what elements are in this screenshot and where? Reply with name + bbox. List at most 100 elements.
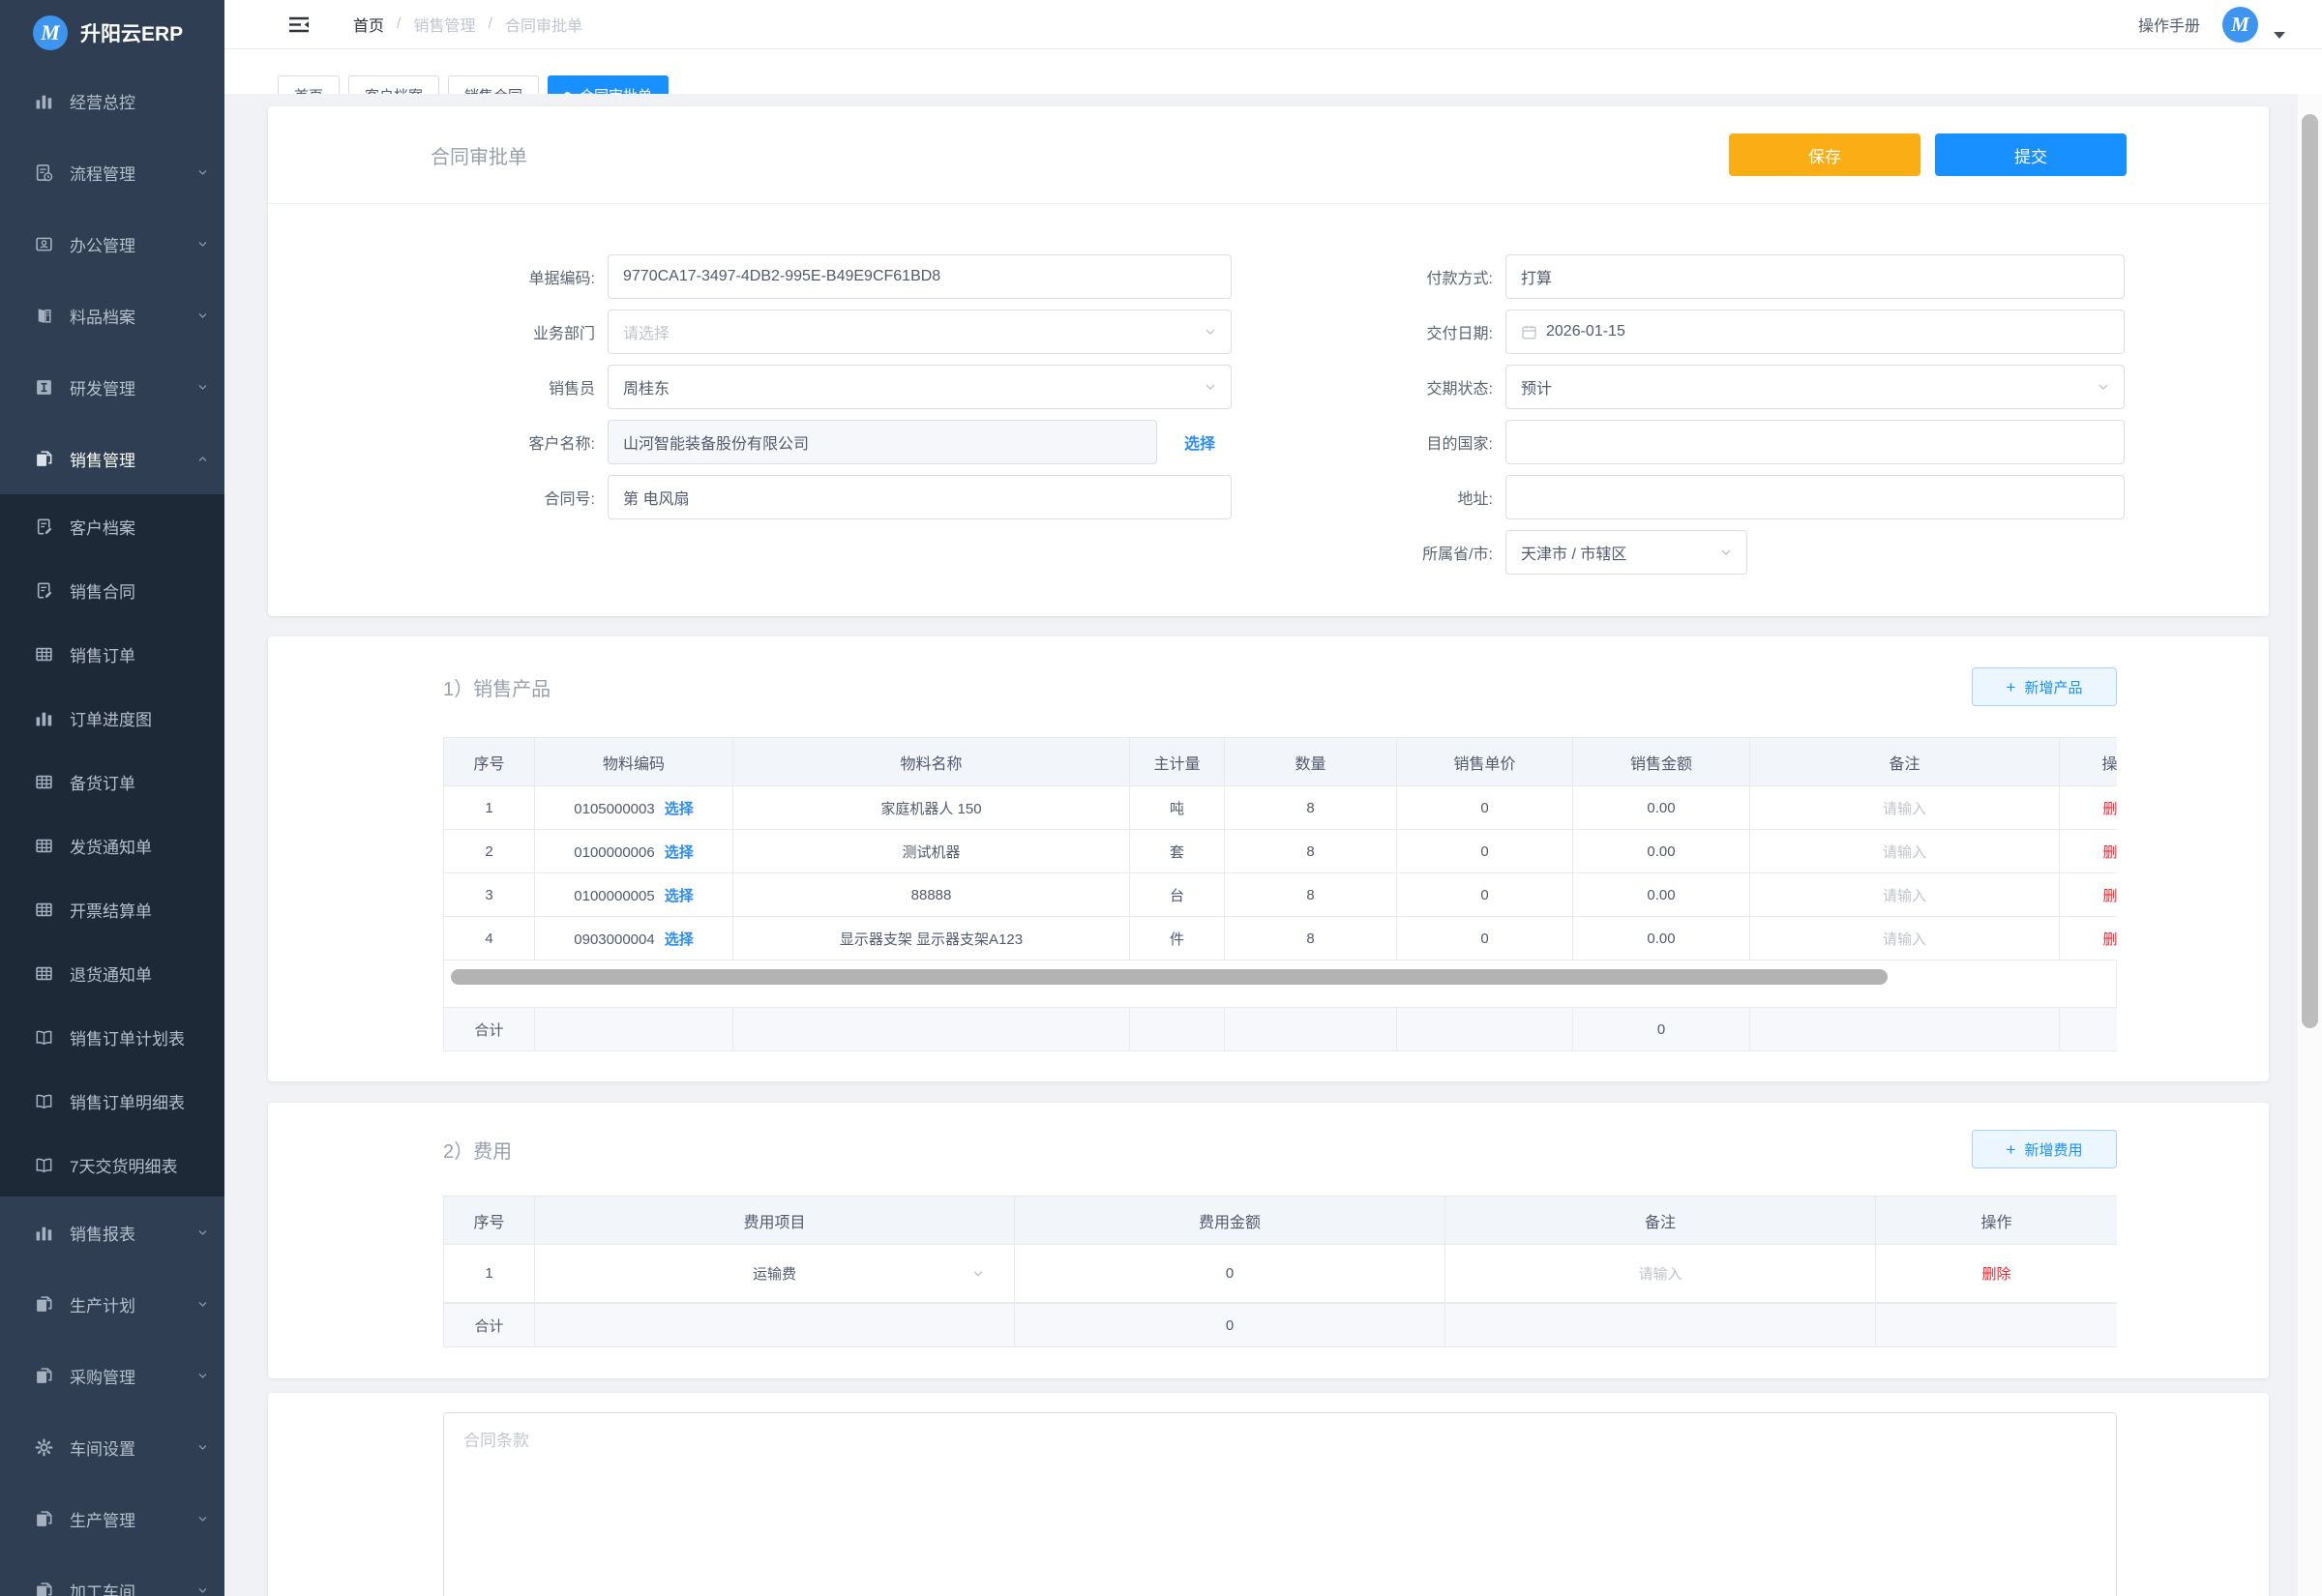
- sidebar-item-发货通知单[interactable]: 发货通知单: [0, 813, 224, 877]
- sidebar-item-销售订单[interactable]: 销售订单: [0, 622, 224, 686]
- product-remark-input[interactable]: 请输入: [1750, 830, 2060, 873]
- sidebar-item-label: 备货订单: [70, 770, 209, 794]
- add-fee-button[interactable]: + 新增费用: [1972, 1130, 2117, 1168]
- sidebar-item-销售订单计划表[interactable]: 销售订单计划表: [0, 1005, 224, 1069]
- pages-icon: [35, 450, 53, 468]
- delete-product-link[interactable]: 删除: [2102, 888, 2117, 904]
- sidebar-item-备货订单[interactable]: 备货订单: [0, 750, 224, 813]
- sidebar-item-客户档案[interactable]: 客户档案: [0, 494, 224, 558]
- tab-合同审批单[interactable]: 合同审批单: [548, 75, 669, 94]
- product-price[interactable]: 0: [1397, 873, 1573, 917]
- product-unit: 台: [1130, 873, 1225, 917]
- product-price[interactable]: 0: [1397, 917, 1573, 961]
- open-book-icon: [35, 1028, 53, 1047]
- delete-product-link[interactable]: 删除: [2102, 801, 2117, 817]
- delete-product-link[interactable]: 删除: [2102, 931, 2117, 948]
- products-col-header: 物料名称: [733, 738, 1130, 786]
- user-avatar[interactable]: M: [2222, 7, 2258, 43]
- tab-strip: 首页客户档案销售合同合同审批单: [224, 49, 2322, 94]
- product-amount: 0.00: [1573, 830, 1750, 873]
- contract-terms-textarea[interactable]: 合同条款: [443, 1412, 2117, 1596]
- user-menu-caret-icon[interactable]: [2274, 32, 2285, 39]
- contract-no-input[interactable]: [623, 488, 1216, 506]
- vertical-scrollbar-thumb[interactable]: [2302, 114, 2318, 1028]
- product-action-cell: 删除: [2060, 830, 2118, 873]
- sidebar-item-经营总控[interactable]: 经营总控: [0, 65, 224, 136]
- field-dest-country: 目的国家:: [1235, 420, 2125, 464]
- fee-remark-input[interactable]: 请输入: [1445, 1245, 1876, 1303]
- chevron-up-icon: [196, 453, 209, 465]
- products-table-wrap: 序号物料编码物料名称主计量数量销售单价销售金额备注操作10105000003选择…: [443, 737, 2117, 961]
- app-logo[interactable]: M 升阳云ERP: [0, 0, 224, 65]
- tab-首页[interactable]: 首页: [278, 75, 340, 94]
- sidebar-item-生产计划[interactable]: 生产计划: [0, 1268, 224, 1340]
- product-price[interactable]: 0: [1397, 830, 1573, 873]
- product-qty[interactable]: 8: [1225, 830, 1397, 873]
- sidebar-item-流程管理[interactable]: 流程管理: [0, 136, 224, 208]
- delivery-status-select[interactable]: 预计: [1505, 365, 2125, 409]
- product-remark-input[interactable]: 请输入: [1750, 917, 2060, 961]
- product-price[interactable]: 0: [1397, 786, 1573, 830]
- fee-no: 1: [444, 1245, 535, 1303]
- select-material-link[interactable]: 选择: [665, 888, 694, 904]
- province-city-select[interactable]: 天津市 / 市辖区: [1505, 530, 1747, 575]
- submit-button[interactable]: 提交: [1935, 133, 2127, 176]
- sidebar-item-销售订单明细表[interactable]: 销售订单明细表: [0, 1069, 224, 1133]
- field-delivery-status: 交期状态: 预计: [1235, 365, 2125, 409]
- sidebar-item-加工车间[interactable]: 加工车间: [0, 1554, 224, 1596]
- total-label: 合计: [444, 1304, 535, 1347]
- breadcrumb-home[interactable]: 首页: [353, 13, 384, 36]
- field-label: 地址:: [1235, 486, 1505, 509]
- product-qty[interactable]: 8: [1225, 917, 1397, 961]
- delete-fee-link[interactable]: 删除: [1981, 1266, 2010, 1283]
- payment-method-input[interactable]: [1521, 268, 2109, 285]
- select-material-link[interactable]: 选择: [665, 801, 694, 817]
- product-no: 4: [444, 917, 535, 961]
- product-remark-input[interactable]: 请输入: [1750, 786, 2060, 830]
- product-qty[interactable]: 8: [1225, 786, 1397, 830]
- sidebar-item-订单进度图[interactable]: 订单进度图: [0, 686, 224, 750]
- menu-fold-icon[interactable]: [288, 16, 310, 33]
- manual-link[interactable]: 操作手册: [2138, 13, 2200, 36]
- select-material-link[interactable]: 选择: [665, 931, 694, 948]
- horizontal-scrollbar-thumb[interactable]: [451, 969, 1888, 985]
- erp-screen: M 升阳云ERP 经营总控流程管理办公管理料品档案研发管理销售管理客户档案销售合…: [0, 0, 2322, 1596]
- address-input[interactable]: [1521, 488, 2109, 506]
- product-qty[interactable]: 8: [1225, 873, 1397, 917]
- breadcrumb-sales-management[interactable]: 销售管理: [413, 13, 475, 36]
- gear-icon: [35, 1438, 53, 1457]
- sidebar-item-料品档案[interactable]: 料品档案: [0, 280, 224, 351]
- field-customer: 客户名称: 山河智能装备股份有限公司 选择: [268, 420, 1232, 464]
- field-contract-no: 合同号:: [268, 475, 1232, 519]
- save-button[interactable]: 保存: [1729, 133, 1920, 176]
- tab-客户档案[interactable]: 客户档案: [348, 75, 439, 94]
- sidebar-item-车间设置[interactable]: 车间设置: [0, 1411, 224, 1483]
- doc-code-input[interactable]: [623, 268, 1216, 285]
- office-card-icon: [35, 235, 53, 253]
- sidebar-item-研发管理[interactable]: 研发管理: [0, 351, 224, 423]
- product-remark-input[interactable]: 请输入: [1750, 873, 2060, 917]
- sidebar-item-销售管理[interactable]: 销售管理: [0, 423, 224, 494]
- select-material-link[interactable]: 选择: [665, 844, 694, 861]
- sidebar-item-采购管理[interactable]: 采购管理: [0, 1340, 224, 1411]
- field-payment-method: 付款方式:: [1235, 254, 2125, 299]
- delivery-date-picker[interactable]: 2026-01-15: [1505, 310, 2125, 354]
- dest-country-input[interactable]: [1521, 433, 2109, 451]
- fee-amount[interactable]: 0: [1015, 1245, 1445, 1303]
- sidebar-item-7天交货明细表[interactable]: 7天交货明细表: [0, 1133, 224, 1197]
- total-amount: 0: [1573, 1008, 1750, 1051]
- fee-item-select[interactable]: 运输费: [535, 1245, 1014, 1302]
- tab-销售合同[interactable]: 销售合同: [448, 75, 539, 94]
- sidebar-item-销售合同[interactable]: 销售合同: [0, 558, 224, 622]
- field-label: 单据编码:: [268, 265, 608, 288]
- department-select[interactable]: 请选择: [608, 310, 1232, 354]
- sidebar-item-办公管理[interactable]: 办公管理: [0, 208, 224, 280]
- sidebar-item-销售报表[interactable]: 销售报表: [0, 1197, 224, 1268]
- add-product-button[interactable]: + 新增产品: [1972, 667, 2117, 706]
- sidebar-item-开票结算单[interactable]: 开票结算单: [0, 877, 224, 941]
- customer-select-link[interactable]: 选择: [1184, 430, 1215, 454]
- sidebar-item-退货通知单[interactable]: 退货通知单: [0, 941, 224, 1005]
- salesperson-select[interactable]: 周桂东: [608, 365, 1232, 409]
- sidebar-item-生产管理[interactable]: 生产管理: [0, 1483, 224, 1554]
- delete-product-link[interactable]: 删除: [2102, 844, 2117, 861]
